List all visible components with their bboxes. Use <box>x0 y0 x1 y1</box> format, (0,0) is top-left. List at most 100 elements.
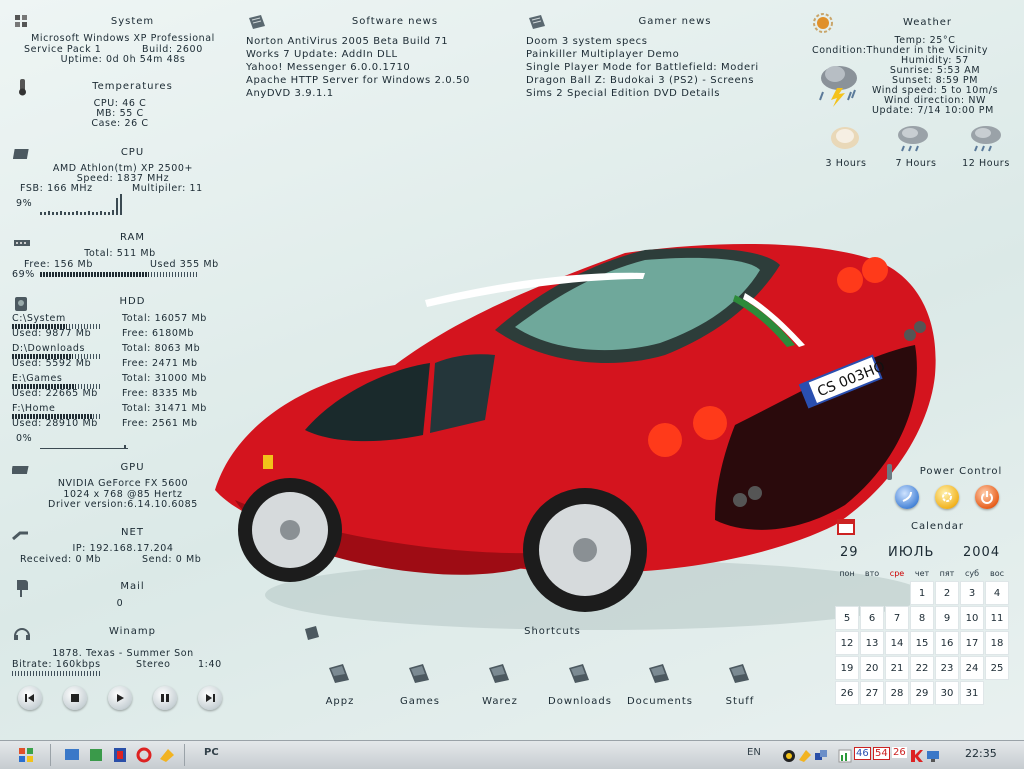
quicklaunch-desktop-icon[interactable] <box>64 747 80 767</box>
calendar-day-cell[interactable]: 10 <box>960 606 984 630</box>
calendar-day-cell[interactable]: 3 <box>960 581 984 605</box>
calendar-day-cell[interactable]: 14 <box>885 631 909 655</box>
gamer-news-item[interactable]: Single Player Mode for Battlefield: Mode… <box>526 61 759 74</box>
forecast-label: 12 Hours <box>962 158 1010 169</box>
next-track-button[interactable] <box>198 686 222 710</box>
calendar-day-cell[interactable]: 26 <box>835 681 859 705</box>
gamer-news-item[interactable]: Sims 2 Special Edition DVD Details <box>526 87 720 100</box>
tray-kaspersky-icon[interactable] <box>910 748 924 762</box>
calendar-day-cell[interactable]: 13 <box>860 631 884 655</box>
network-cable-icon <box>12 527 28 541</box>
restart-button[interactable] <box>935 485 959 509</box>
shortcut-label: Warez <box>482 696 518 707</box>
calendar-day-cell[interactable]: 16 <box>935 631 959 655</box>
ram-percent-label: 69% <box>12 269 35 280</box>
folder-icon <box>489 664 509 683</box>
software-news-item[interactable]: Norton AntiVirus 2005 Beta Build 71 <box>246 35 448 48</box>
calendar-weekday: суб <box>964 569 980 578</box>
calendar-day-cell[interactable]: 5 <box>835 606 859 630</box>
calendar-day-cell[interactable]: 9 <box>935 606 959 630</box>
play-button[interactable] <box>108 686 132 710</box>
prev-icon <box>25 694 34 702</box>
tray-daemon-icon[interactable] <box>798 748 812 762</box>
calendar-day-cell[interactable]: 18 <box>985 631 1009 655</box>
software-news-item[interactable]: Works 7 Update: AddIn DLL <box>246 48 398 61</box>
calendar-day-cell[interactable]: 28 <box>885 681 909 705</box>
quicklaunch-winamp-icon[interactable] <box>88 747 104 767</box>
gamer-news-item[interactable]: Painkiller Multiplayer Demo <box>526 48 679 61</box>
headphones-icon <box>13 625 30 640</box>
gamer-news-item[interactable]: Doom 3 system specs <box>526 35 648 48</box>
calendar-day-cell[interactable]: 25 <box>985 656 1009 680</box>
gamer-news-item[interactable]: Dragon Ball Z: Budokai 3 (PS2) - Screens <box>526 74 754 87</box>
stop-icon <box>71 694 79 702</box>
next-icon <box>206 694 215 702</box>
calendar-day-cell[interactable]: 31 <box>960 681 984 705</box>
drive-d-total: Total: 8063 Mb <box>122 343 201 354</box>
tray-cpu-meter-icon[interactable] <box>838 748 852 763</box>
tray-network-icon[interactable] <box>814 748 828 762</box>
drive-f-free: Free: 2561 Mb <box>122 418 198 429</box>
play-icon <box>117 694 124 702</box>
tray-antivirus-icon[interactable] <box>782 748 796 762</box>
calendar-day-cell[interactable]: 17 <box>960 631 984 655</box>
memory-module-icon <box>13 233 30 247</box>
clock[interactable]: 22:35 <box>965 747 997 760</box>
quicklaunch-opera-icon[interactable] <box>136 747 152 767</box>
software-news-item[interactable]: Yahoo! Messenger 6.0.0.1710 <box>246 61 410 74</box>
ram-usage-bar <box>40 272 150 277</box>
mail-count: 0 <box>116 598 124 609</box>
quicklaunch-daemon-icon[interactable] <box>158 747 176 767</box>
calendar-day-cell[interactable]: 2 <box>935 581 959 605</box>
calendar-day-cell[interactable]: 23 <box>935 656 959 680</box>
quicklaunch-app-icon[interactable] <box>112 747 128 767</box>
calendar-day-cell[interactable]: 7 <box>885 606 909 630</box>
calendar-day-cell[interactable]: 15 <box>910 631 934 655</box>
cpu-load-label: 9% <box>16 198 33 209</box>
folder-icon <box>649 664 669 683</box>
tray-monitor-icon[interactable] <box>926 748 940 762</box>
language-indicator[interactable]: EN <box>747 747 761 758</box>
calendar-day-cell[interactable]: 20 <box>860 656 884 680</box>
pause-button[interactable] <box>153 686 177 710</box>
folder-icon <box>304 625 320 641</box>
standby-button[interactable] <box>895 485 919 509</box>
calendar-day-cell[interactable]: 27 <box>860 681 884 705</box>
calendar-day-cell[interactable]: 29 <box>910 681 934 705</box>
software-news-item[interactable]: Apache HTTP Server for Windows 2.0.50 <box>246 74 470 87</box>
stop-button[interactable] <box>63 686 87 710</box>
calendar-empty-cell <box>860 581 884 605</box>
forecast-label: 3 Hours <box>825 158 867 169</box>
winamp-title: Winamp <box>108 626 156 637</box>
calendar-day-cell[interactable]: 11 <box>985 606 1009 630</box>
computer-icon <box>14 14 30 28</box>
tray-temp-mb[interactable]: 54 <box>873 747 890 760</box>
calendar-day-cell[interactable]: 1 <box>910 581 934 605</box>
rain-cloud-icon <box>895 124 931 154</box>
calendar-day-cell[interactable]: 8 <box>910 606 934 630</box>
calendar-day-cell[interactable]: 22 <box>910 656 934 680</box>
calendar-day-cell[interactable]: 30 <box>935 681 959 705</box>
calendar-day-cell[interactable]: 12 <box>835 631 859 655</box>
track-progress-bar[interactable] <box>12 671 102 676</box>
calendar-empty-cell <box>835 581 859 605</box>
taskbar-pc-label[interactable]: PC <box>204 747 219 758</box>
drive-d-free: Free: 2471 Mb <box>122 358 198 369</box>
calendar-weekday: вто <box>864 569 880 578</box>
shutdown-button[interactable] <box>975 485 999 509</box>
calendar-weekday: чет <box>914 569 930 578</box>
mailbox-icon <box>14 578 30 597</box>
calendar-day-cell[interactable]: 24 <box>960 656 984 680</box>
prev-track-button[interactable] <box>18 686 42 710</box>
cpu-chip-icon <box>12 146 29 160</box>
gamer-news-title: Gamer news <box>638 16 712 27</box>
calendar-day-cell[interactable]: 21 <box>885 656 909 680</box>
tray-temp-cpu[interactable]: 46 <box>854 747 871 760</box>
calendar-day-cell[interactable]: 4 <box>985 581 1009 605</box>
net-send: Send: 0 Mb <box>142 554 202 565</box>
calendar-day-cell[interactable]: 19 <box>835 656 859 680</box>
software-news-item[interactable]: AnyDVD 3.9.1.1 <box>246 87 334 100</box>
tray-temp-case[interactable]: 26 <box>892 747 907 758</box>
start-button[interactable] <box>18 747 34 763</box>
calendar-day-cell[interactable]: 6 <box>860 606 884 630</box>
